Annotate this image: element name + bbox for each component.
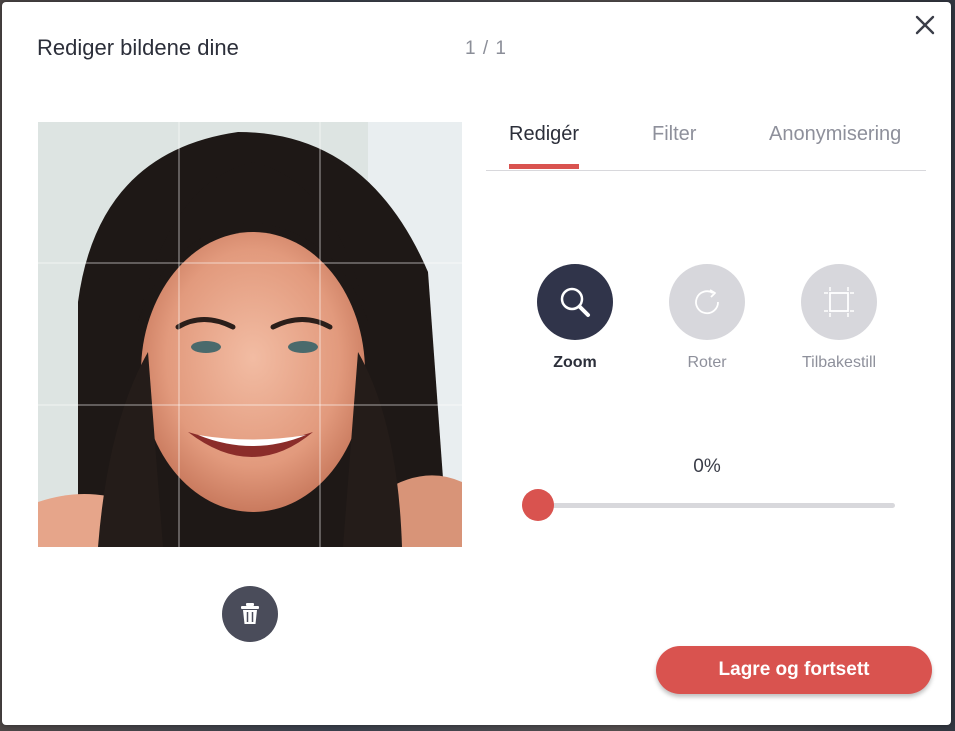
image-preview[interactable] — [38, 122, 462, 547]
zoom-tool-button[interactable]: Zoom — [520, 264, 630, 372]
rotate-tool-circle — [669, 264, 745, 340]
delete-image-button[interactable] — [222, 586, 278, 642]
zoom-tool-label: Zoom — [553, 354, 597, 371]
reset-tool-circle — [801, 264, 877, 340]
close-icon — [915, 15, 935, 35]
edit-tabs: Redigér Filter Anonymisering — [486, 120, 926, 171]
reset-tool-button[interactable]: Tilbakestill — [784, 264, 894, 372]
tab-anonymisering[interactable]: Anonymisering — [769, 120, 901, 169]
rotate-tool-label: Roter — [687, 354, 727, 371]
tab-rediger[interactable]: Redigér — [509, 120, 580, 169]
tab-filter[interactable]: Filter — [652, 120, 696, 169]
rotate-tool-button[interactable]: Roter — [652, 264, 762, 372]
zoom-slider[interactable] — [522, 489, 895, 521]
edit-images-modal: Rediger bildene dine 1 / 1 Redigér Filte… — [2, 2, 951, 725]
zoom-slider-thumb[interactable] — [522, 489, 554, 521]
image-counter: 1 / 1 — [465, 38, 507, 59]
rotate-icon — [695, 289, 719, 315]
zoom-tool-circle — [537, 264, 613, 340]
modal-title: Rediger bildene dine — [37, 35, 239, 60]
reset-crop-icon — [824, 287, 854, 317]
portrait-photo — [38, 122, 462, 547]
reset-tool-label: Tilbakestill — [801, 354, 877, 371]
save-and-continue-button[interactable]: Lagre og fortsett — [656, 646, 932, 694]
magnifier-icon — [560, 287, 590, 317]
trash-icon — [241, 603, 259, 624]
zoom-value-text: 0% — [693, 456, 721, 477]
close-button[interactable] — [910, 10, 940, 40]
